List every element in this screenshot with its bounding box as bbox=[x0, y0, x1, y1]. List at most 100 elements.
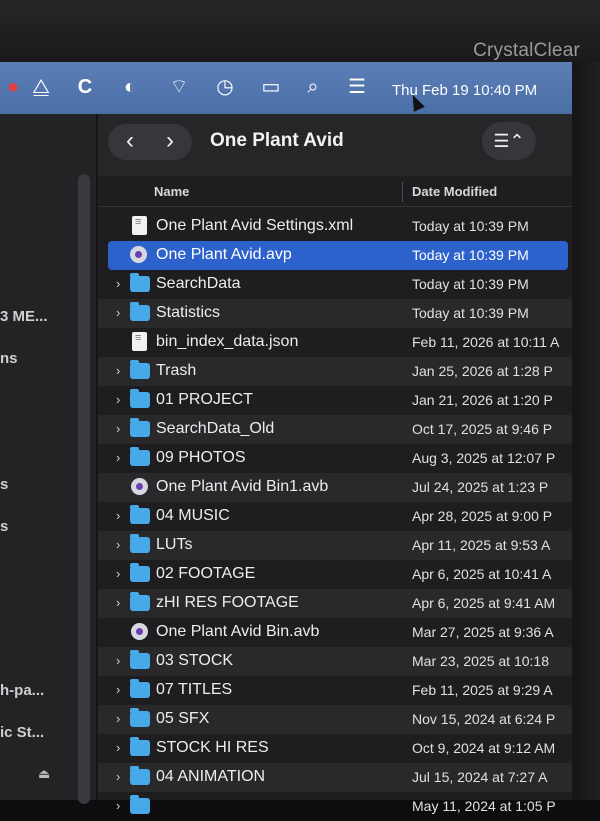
avid-triangle-icon[interactable]: ⧋ bbox=[28, 74, 54, 100]
finder-window: ‹ › One Plant Avid ☰⌃ Name Date Modified… bbox=[98, 114, 572, 814]
file-row[interactable]: › 05 SFX Nov 15, 2024 at 6:24 P bbox=[98, 705, 572, 734]
file-name: LUTs bbox=[156, 536, 193, 553]
file-row[interactable]: One Plant Avid Bin.avb Mar 27, 2025 at 9:… bbox=[98, 618, 572, 647]
disclosure-chevron-icon[interactable]: › bbox=[116, 363, 120, 378]
sidebar-scrollbar[interactable] bbox=[78, 174, 90, 804]
file-row[interactable]: › LUTs Apr 11, 2025 at 9:53 A bbox=[98, 531, 572, 560]
folder-icon bbox=[130, 708, 150, 727]
folder-icon bbox=[130, 447, 150, 466]
document-icon bbox=[132, 216, 147, 235]
date-column-header[interactable]: Date Modified bbox=[412, 184, 497, 199]
wifi-off-icon[interactable]: ⌔ bbox=[166, 74, 192, 100]
file-row[interactable]: › SearchData_Old Oct 17, 2025 at 9:46 P bbox=[98, 415, 572, 444]
file-row[interactable]: › 03 STOCK Mar 23, 2025 at 10:18 bbox=[98, 647, 572, 676]
screen: 3 ME... ns s s h-pa... ic St... ⏏ ‹ › On… bbox=[0, 114, 572, 814]
folder-icon bbox=[130, 360, 150, 379]
file-name: 01 PROJECT bbox=[156, 391, 253, 408]
disclosure-chevron-icon[interactable]: › bbox=[116, 566, 120, 581]
folder-icon bbox=[130, 592, 150, 611]
file-name: bin_index_data.json bbox=[156, 333, 299, 350]
sidebar-item[interactable]: ic St... bbox=[0, 724, 44, 741]
folder-icon bbox=[130, 273, 150, 292]
circle-icon[interactable]: ◐ bbox=[117, 74, 143, 100]
file-name: 04 MUSIC bbox=[156, 507, 230, 524]
record-icon[interactable]: ● bbox=[0, 74, 26, 100]
sidebar-item[interactable]: s bbox=[0, 518, 8, 535]
forward-button[interactable]: › bbox=[152, 129, 188, 155]
disclosure-chevron-icon[interactable]: › bbox=[116, 711, 120, 726]
file-row[interactable]: One Plant Avid Bin1.avb Jul 24, 2025 at 1… bbox=[98, 473, 572, 502]
file-date: Aug 3, 2025 at 12:07 P bbox=[412, 450, 556, 466]
avid-file-icon bbox=[131, 623, 148, 640]
file-row[interactable]: › 04 MUSIC Apr 28, 2025 at 9:00 P bbox=[98, 502, 572, 531]
disclosure-chevron-icon[interactable]: › bbox=[116, 392, 120, 407]
disclosure-chevron-icon[interactable]: › bbox=[116, 305, 120, 320]
sidebar-item[interactable]: 3 ME... bbox=[0, 308, 48, 325]
file-date: Apr 11, 2025 at 9:53 A bbox=[412, 537, 551, 553]
disclosure-chevron-icon[interactable]: › bbox=[116, 276, 120, 291]
folder-icon bbox=[130, 534, 150, 553]
disclosure-chevron-icon[interactable]: › bbox=[116, 682, 120, 697]
file-date: May 11, 2024 at 1:05 P bbox=[412, 798, 556, 814]
file-date: Today at 10:39 PM bbox=[412, 247, 529, 263]
sidebar-item[interactable]: s bbox=[0, 476, 8, 493]
file-row[interactable]: › 04 ANIMATION Jul 15, 2024 at 7:27 A bbox=[98, 763, 572, 792]
file-date: Today at 10:39 PM bbox=[412, 276, 529, 292]
folder-icon bbox=[130, 389, 150, 408]
disclosure-chevron-icon[interactable]: › bbox=[116, 450, 120, 465]
file-name: 09 PHOTOS bbox=[156, 449, 246, 466]
eject-icon[interactable]: ⏏ bbox=[38, 766, 50, 782]
control-center-icon[interactable]: ☰ bbox=[344, 74, 370, 100]
file-name: SearchData bbox=[156, 275, 241, 292]
file-row[interactable]: › zHI RES FOOTAGE Apr 6, 2025 at 9:41 AM bbox=[98, 589, 572, 618]
folder-icon bbox=[130, 650, 150, 669]
file-date: Apr 6, 2025 at 10:41 A bbox=[412, 566, 552, 582]
file-date: Apr 6, 2025 at 9:41 AM bbox=[412, 595, 556, 611]
file-row[interactable]: › SearchData Today at 10:39 PM bbox=[98, 270, 572, 299]
disclosure-chevron-icon[interactable]: › bbox=[116, 740, 120, 755]
file-name: 03 STOCK bbox=[156, 652, 234, 669]
disclosure-chevron-icon[interactable]: › bbox=[116, 595, 120, 610]
disclosure-chevron-icon[interactable]: › bbox=[116, 508, 120, 523]
finder-toolbar: ‹ › One Plant Avid ☰⌃ bbox=[98, 114, 572, 176]
file-date: Jul 15, 2024 at 7:27 A bbox=[412, 769, 548, 785]
file-date: Jan 21, 2026 at 1:20 P bbox=[412, 392, 553, 408]
file-row[interactable]: › 07 TITLES Feb 11, 2025 at 9:29 A bbox=[98, 676, 572, 705]
file-name: 02 FOOTAGE bbox=[156, 565, 256, 582]
file-row[interactable]: › Statistics Today at 10:39 PM bbox=[98, 299, 572, 328]
file-row[interactable]: One Plant Avid.avp Today at 10:39 PM bbox=[108, 241, 568, 270]
disclosure-chevron-icon[interactable]: › bbox=[116, 769, 120, 784]
disclosure-chevron-icon[interactable]: › bbox=[116, 653, 120, 668]
back-button[interactable]: ‹ bbox=[112, 129, 148, 155]
time-machine-icon[interactable]: ◷ bbox=[212, 74, 238, 100]
sidebar-item[interactable]: h-pa... bbox=[0, 682, 44, 699]
file-row[interactable]: One Plant Avid Settings.xml Today at 10:3… bbox=[98, 212, 572, 241]
display-icon[interactable]: ▭ bbox=[258, 74, 284, 100]
column-divider[interactable] bbox=[402, 182, 403, 202]
list-view-icon[interactable]: ☰⌃ bbox=[482, 122, 536, 160]
c-icon[interactable]: C bbox=[72, 74, 98, 100]
folder-icon bbox=[130, 418, 150, 437]
disclosure-chevron-icon[interactable]: › bbox=[116, 798, 120, 813]
file-row[interactable]: › STOCK HI RES Oct 9, 2024 at 9:12 AM bbox=[98, 734, 572, 763]
file-name: Statistics bbox=[156, 304, 221, 321]
file-row[interactable]: › 01 PROJECT Jan 21, 2026 at 1:20 P bbox=[98, 386, 572, 415]
disclosure-chevron-icon[interactable]: › bbox=[116, 421, 120, 436]
file-name: zHI RES FOOTAGE bbox=[156, 594, 299, 611]
folder-icon bbox=[130, 302, 150, 321]
sidebar-item[interactable]: ns bbox=[0, 350, 18, 367]
folder-icon bbox=[130, 679, 150, 698]
name-column-header[interactable]: Name bbox=[154, 184, 189, 199]
file-row[interactable]: bin_index_data.json Feb 11, 2026 at 10:11… bbox=[98, 328, 572, 357]
file-name: One Plant Avid Settings.xml bbox=[156, 217, 354, 234]
file-date: Oct 9, 2024 at 9:12 AM bbox=[412, 740, 556, 756]
file-date: Today at 10:39 PM bbox=[412, 305, 529, 321]
file-row[interactable]: › May 11, 2024 at 1:05 P bbox=[98, 792, 572, 821]
file-row[interactable]: › 09 PHOTOS Aug 3, 2025 at 12:07 P bbox=[98, 444, 572, 473]
search-icon[interactable]: ⌕ bbox=[300, 74, 326, 100]
file-name: STOCK HI RES bbox=[156, 739, 269, 756]
file-name: 05 SFX bbox=[156, 710, 210, 727]
file-row[interactable]: › 02 FOOTAGE Apr 6, 2025 at 10:41 A bbox=[98, 560, 572, 589]
file-row[interactable]: › Trash Jan 25, 2026 at 1:28 P bbox=[98, 357, 572, 386]
disclosure-chevron-icon[interactable]: › bbox=[116, 537, 120, 552]
